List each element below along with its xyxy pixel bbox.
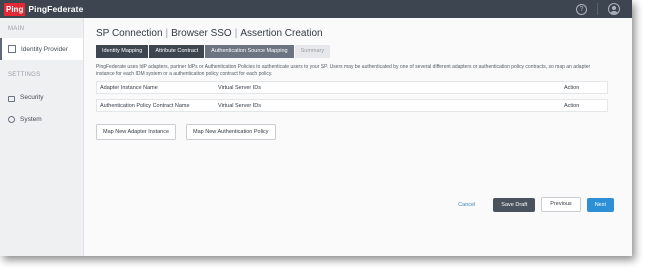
map-new-adapter-instance-button[interactable]: Map New Adapter Instance — [96, 124, 177, 140]
mapping-tables: Adapter Instance Name Virtual Server IDs… — [96, 81, 608, 112]
wizard-tabs: Identity Mapping Attribute Contract Auth… — [96, 45, 614, 58]
gear-icon — [8, 115, 15, 123]
sidebar-item-label: Security — [20, 93, 44, 101]
lock-icon — [8, 96, 15, 102]
idp-icon — [8, 45, 16, 53]
column-header: Action — [564, 84, 580, 91]
map-new-authentication-policy-button[interactable]: Map New Authentication Policy — [186, 124, 276, 140]
top-icons: ? — [576, 3, 620, 15]
tab-authentication-source-mapping[interactable]: Authentication Source Mapping — [205, 45, 294, 58]
map-buttons: Map New Adapter Instance Map New Authent… — [96, 124, 614, 140]
top-bar: Ping PingFederate ? — [0, 0, 632, 18]
divider — [597, 3, 598, 15]
next-button[interactable]: Next — [586, 197, 614, 212]
sidebar-item-system[interactable]: System — [0, 108, 83, 130]
save-draft-button[interactable]: Save Draft — [493, 197, 536, 212]
main-content: SP Connection | Browser SSO | Assertion Crea… — [96, 18, 614, 256]
sidebar: MAIN Identity Provider SETTINGS Security… — [0, 18, 84, 256]
sidebar-item-security[interactable]: Security — [0, 86, 83, 108]
column-header: Authentication Policy Contract Name — [100, 102, 190, 109]
cancel-button[interactable]: Cancel — [458, 202, 475, 208]
column-header: Adapter Instance Name — [100, 84, 158, 91]
product-name: PingFederate — [28, 4, 84, 14]
column-header: Virtual Server IDs — [218, 102, 261, 109]
table-header-policy: Authentication Policy Contract Name Virt… — [96, 99, 608, 112]
tab-identity-mapping[interactable]: Identity Mapping — [96, 45, 149, 58]
previous-button[interactable]: Previous — [541, 197, 581, 212]
sidebar-item-label: Identity Provider — [21, 45, 68, 53]
breadcrumb-item[interactable]: Browser SSO — [171, 28, 232, 39]
ping-logo: Ping — [4, 2, 26, 16]
breadcrumb-item[interactable]: SP Connection — [96, 28, 163, 39]
help-icon[interactable]: ? — [576, 3, 587, 15]
tab-attribute-contract[interactable]: Attribute Contract — [149, 45, 205, 58]
sidebar-section-settings: SETTINGS — [8, 72, 41, 78]
column-header: Action — [564, 102, 580, 109]
wizard-footer: Cancel Save Draft Previous Next — [458, 197, 614, 212]
page-description: PingFederate uses IdP adapters, partner … — [96, 64, 591, 77]
breadcrumb-item: Assertion Creation — [240, 28, 323, 39]
user-icon[interactable] — [608, 3, 620, 15]
table-header-adapter: Adapter Instance Name Virtual Server IDs… — [96, 81, 608, 94]
column-header: Virtual Server IDs — [218, 84, 261, 91]
sidebar-item-identity-provider[interactable]: Identity Provider — [0, 38, 83, 60]
app-window: Ping PingFederate ? MAIN Identity Provid… — [0, 0, 632, 256]
sidebar-section-main: MAIN — [8, 26, 25, 32]
sidebar-item-label: System — [20, 115, 42, 123]
tab-summary: Summary — [294, 45, 331, 58]
breadcrumb: SP Connection | Browser SSO | Assertion Crea… — [96, 28, 323, 39]
